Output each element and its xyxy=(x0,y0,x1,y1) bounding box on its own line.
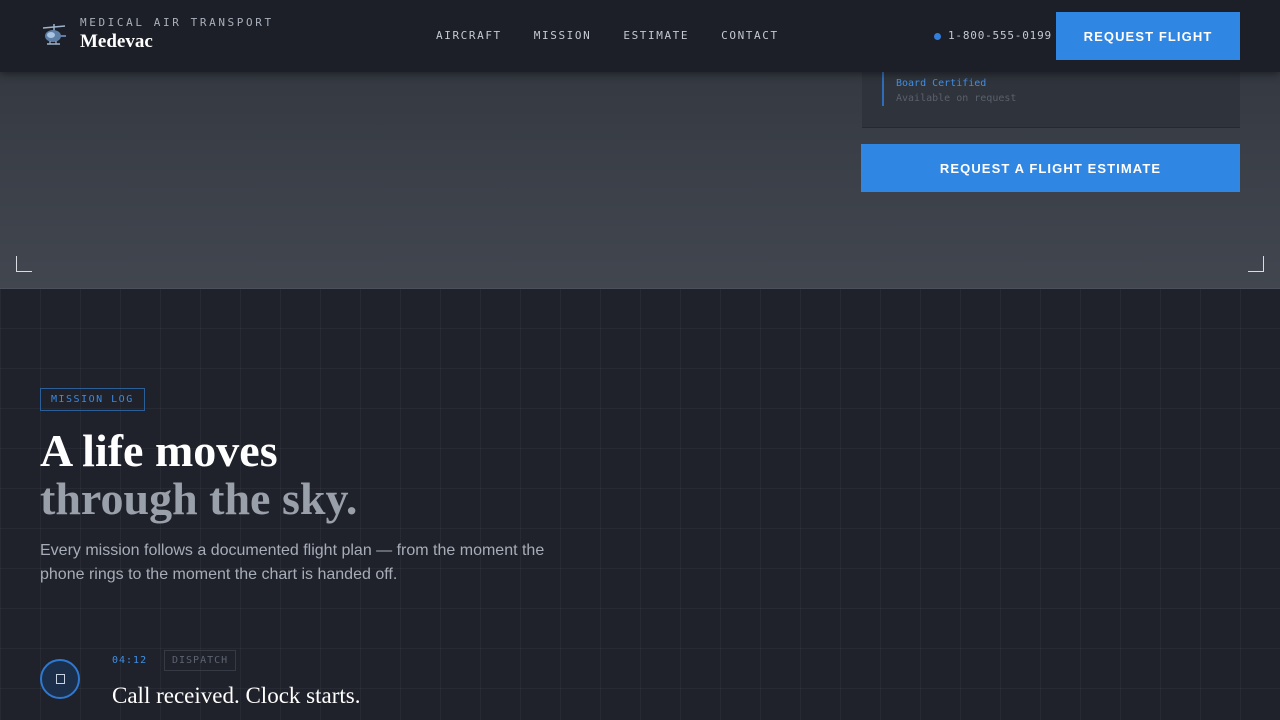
status-dot-icon xyxy=(934,32,941,40)
nav-link-aircraft[interactable]: AIRCRAFT xyxy=(436,29,502,43)
section-headline: A life moves through the sky. xyxy=(40,427,357,523)
frame-corner-left xyxy=(16,256,32,272)
section-lede: Every mission follows a documented fligh… xyxy=(40,542,545,583)
brand[interactable]: MEDICAL AIR TRANSPORT Medevac xyxy=(40,16,274,53)
phone-glyph xyxy=(55,674,65,684)
main-nav: AIRCRAFT MISSION ESTIMATE CONTACT xyxy=(436,29,811,43)
headline-line-1: A life moves xyxy=(40,425,278,476)
frame-corner-right xyxy=(1248,256,1264,272)
accent-bar xyxy=(882,70,884,106)
brand-text: MEDICAL AIR TRANSPORT Medevac xyxy=(80,16,274,53)
step-timestamp: 04:12 xyxy=(112,655,148,666)
nav-link-estimate[interactable]: ESTIMATE xyxy=(623,29,689,43)
request-estimate-button[interactable]: REQUEST A FLIGHT ESTIMATE xyxy=(861,144,1240,192)
phone-icon xyxy=(40,659,80,699)
helicopter-icon xyxy=(42,23,66,45)
site-header: MEDICAL AIR TRANSPORT Medevac AIRCRAFT M… xyxy=(0,0,1280,72)
cert-title: Board Certified xyxy=(896,78,987,89)
request-flight-button[interactable]: REQUEST FLIGHT xyxy=(1056,12,1240,60)
step-phase-badge: DISPATCH xyxy=(164,650,237,671)
phone-number: 1-800-555-0199 xyxy=(948,29,1052,42)
brand-name: Medevac xyxy=(80,31,153,52)
nav-link-mission[interactable]: MISSION xyxy=(534,29,592,43)
cert-subtitle: Available on request xyxy=(896,93,1017,104)
step-title: Call received. Clock starts. xyxy=(112,683,361,708)
brand-kicker: MEDICAL AIR TRANSPORT xyxy=(80,16,274,29)
mission-section: MISSION LOG A life moves through the sky… xyxy=(0,289,1280,720)
nav-link-contact[interactable]: CONTACT xyxy=(721,29,779,43)
section-tag: MISSION LOG xyxy=(40,388,145,411)
phone-contact[interactable]: 1-800-555-0199 xyxy=(934,29,1052,43)
headline-line-2: through the sky. xyxy=(40,473,358,524)
